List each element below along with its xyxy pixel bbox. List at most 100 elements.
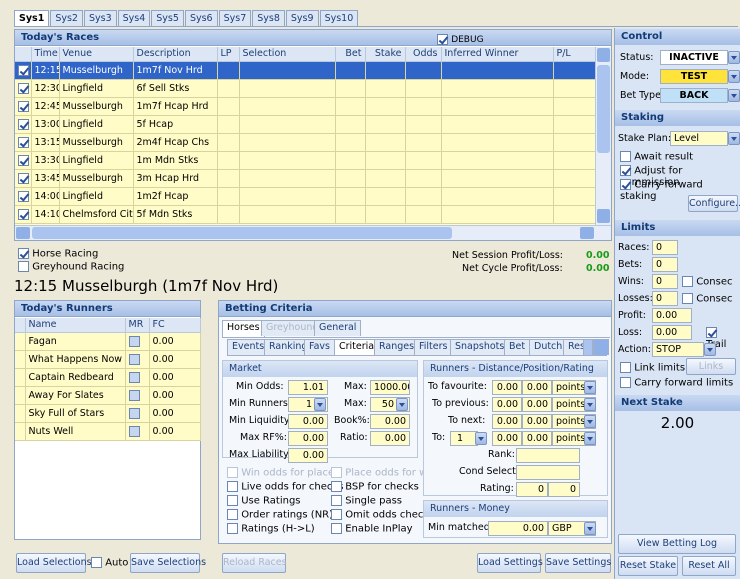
bet-type-select[interactable]: BACK [660,88,728,103]
debug-toggle[interactable]: DEBUG [437,32,484,48]
race-row-check-cell[interactable] [15,187,32,206]
save-selections-button[interactable]: Save Selections [130,553,206,573]
criteria-subtab-filters[interactable]: Filters [414,339,453,355]
tab-sys6[interactable]: Sys6 [184,10,218,26]
race-row[interactable]: 13:45Musselburgh3m Hcap Hrd [15,169,595,188]
rdp-value-a[interactable]: 0.00 [492,380,522,395]
hscroll-thumb[interactable] [32,227,452,239]
losses-limit-input[interactable]: 0 [652,291,678,306]
race-row-check-cell[interactable] [15,133,32,152]
scroll-up-arrow-icon[interactable] [597,48,610,62]
tab-sys2[interactable]: Sys2 [50,10,83,26]
place-odds-for-win-checkbox[interactable] [331,467,342,478]
race-row-check-cell[interactable] [15,97,32,116]
race-row-checkbox[interactable] [18,136,29,148]
win-odds-for-place-option[interactable]: Win odds for place [227,467,334,479]
inplay-checkbox[interactable] [331,523,342,534]
races-col-venue[interactable]: Venue [59,47,134,62]
ratings-hl-option[interactable]: Ratings (H->L) [227,523,315,535]
race-row-check-cell[interactable] [15,115,32,134]
configure-button[interactable]: Configure... [688,195,740,212]
bsp-option[interactable]: BSP for checks [331,481,419,493]
use-ratings-option[interactable]: Use Ratings [227,495,301,507]
omit-odds-checkbox[interactable] [331,509,342,520]
rdp-value-a[interactable]: 0.00 [492,431,522,446]
races-col-p-l[interactable]: P/L [553,47,595,62]
runner-row[interactable]: Nuts Well 0.00 [15,422,201,441]
races-col-time[interactable]: Time [31,47,60,62]
race-row-check-cell[interactable] [15,169,32,188]
race-row-checkbox[interactable] [18,64,29,76]
rdp-value-b[interactable]: 0.00 [522,414,552,429]
race-row-check-cell[interactable] [15,79,32,98]
race-row-checkbox[interactable] [18,208,29,220]
races-hscrollbar[interactable] [15,225,611,240]
race-row[interactable]: 12:30Lingfield6f Sell Stks [15,79,595,98]
rdp-value-a[interactable]: 0.00 [492,397,522,412]
rdp-unit-dropdown-icon[interactable] [584,432,596,445]
criteria-subtab-criteria[interactable]: Criteria [334,339,380,356]
rdp-value-b[interactable]: 0.00 [522,380,552,395]
ratio-input[interactable]: 0.00 [370,431,410,446]
rdp-unit-dropdown-icon[interactable] [584,398,596,411]
order-ratings-option[interactable]: Order ratings (NR) [227,509,333,521]
runner-mr-cell[interactable] [125,386,150,405]
await-result-checkbox[interactable] [620,151,631,162]
race-row[interactable]: 14:10Chelmsford City5f Mdn Stks [15,205,595,224]
reload-races-button[interactable]: Reload Races [222,553,287,573]
runners-col-marker[interactable] [15,318,26,333]
race-row-checkbox[interactable] [18,190,29,202]
status-select[interactable]: INACTIVE [660,50,728,65]
runner-row[interactable]: Sky Full of Stars 0.00 [15,404,201,423]
load-selections-button[interactable]: Load Selections [16,553,92,573]
subtabs-scroll-left-icon[interactable] [583,339,593,355]
runner-mr-cell[interactable] [125,422,150,441]
race-row[interactable]: 14:00Lingfield1m2f Hcap [15,187,595,206]
min-liquidity-input[interactable]: 0.00 [288,414,328,429]
runner-mr-cell[interactable] [125,350,150,369]
wins-consec-checkbox[interactable] [682,276,693,287]
currency-dropdown-icon[interactable] [584,522,596,535]
links-button[interactable]: Links [686,358,736,375]
profit-limit-input[interactable]: 0.00 [652,308,692,323]
action-dropdown-icon[interactable] [704,343,716,356]
rdp-to-dropdown-icon[interactable] [475,432,487,445]
tab-sys9[interactable]: Sys9 [285,10,319,26]
subtabs-scroll-right-icon[interactable] [593,339,609,355]
race-row-check-cell[interactable] [15,205,32,224]
inplay-option[interactable]: Enable InPlay [331,523,413,535]
runners-col-fc[interactable]: FC [149,318,201,333]
losses-consec-checkbox[interactable] [682,293,693,304]
race-row-checkbox[interactable] [18,100,29,112]
mode-select[interactable]: TEST [660,69,728,84]
action-select[interactable]: STOP [652,342,704,357]
auto-toggle[interactable]: Auto [91,557,128,569]
bet-type-dropdown-icon[interactable] [728,89,740,102]
use-ratings-checkbox[interactable] [227,495,238,506]
race-row[interactable]: 13:00Lingfield5f Hcap [15,115,595,134]
runners-col-name[interactable]: Name [25,318,126,333]
races-limit-input[interactable]: 0 [652,240,678,255]
stake-plan-select[interactable]: Level [670,131,728,146]
criteria-subtab-snapshots[interactable]: Snapshots [450,339,510,355]
race-row[interactable]: 12:15Musselburgh1m7f Nov Hrd [15,61,595,80]
loss-limit-input[interactable]: 0.00 [652,325,692,340]
races-col-inferred-winner[interactable]: Inferred Winner [441,47,554,62]
live-odds-option[interactable]: Live odds for checks [227,481,343,493]
order-ratings-checkbox[interactable] [227,509,238,520]
bets-limit-input[interactable]: 0 [652,257,678,272]
tab-sys3[interactable]: Sys3 [83,10,117,26]
runner-row[interactable]: Fagan 0.00 [15,332,201,351]
rank-input[interactable] [516,448,580,463]
runner-mr-checkbox[interactable] [128,335,140,347]
adjust-commission-checkbox[interactable] [620,165,631,176]
race-row-check-cell[interactable] [15,61,32,80]
race-row[interactable]: 13:30Lingfield1m Mdn Stks [15,151,595,170]
rating-max-input[interactable]: 0 [548,482,580,497]
runner-mr-checkbox[interactable] [128,407,140,419]
runner-mr-cell[interactable] [125,368,150,387]
criteria-subtab-events[interactable]: Events [227,339,270,355]
race-row-checkbox[interactable] [18,118,29,130]
runner-row[interactable]: Away For Slates 0.00 [15,386,201,405]
races-col-selection[interactable]: Selection [239,47,336,62]
